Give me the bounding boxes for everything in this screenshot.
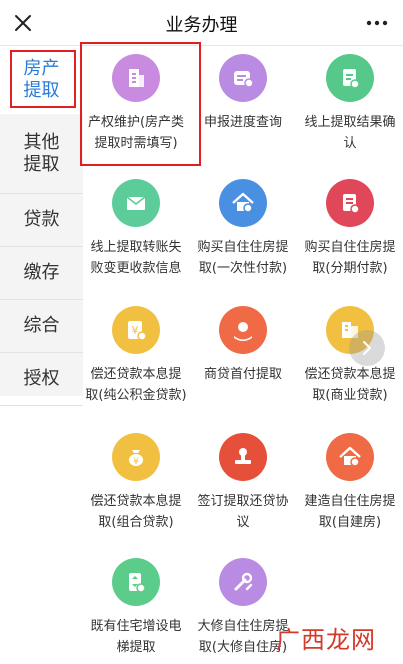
sidebar-item-loan[interactable]: 贷款	[0, 194, 83, 247]
category-sidebar: 房产提取 其他提取 贷款 缴存 综合 授权	[0, 46, 83, 406]
sidebar-item-label: 贷款	[23, 209, 60, 230]
sidebar-item-general[interactable]: 综合	[0, 300, 83, 353]
sidebar-item-property-withdrawal[interactable]: 房产提取	[0, 46, 83, 114]
scroll-right-arrow-icon[interactable]	[349, 330, 385, 366]
service-tile-add-elevator[interactable]: 既有住宅增设电梯提取	[83, 558, 189, 658]
document-edit-icon	[326, 179, 374, 227]
service-label: 商贷首付提取	[203, 367, 282, 382]
envelope-icon	[112, 179, 160, 227]
progress-list-icon	[219, 54, 267, 102]
house-icon	[326, 433, 374, 481]
service-tile-purchase-installment[interactable]: 购买自住住房提取(分期付款)	[297, 179, 403, 279]
service-label: 建造自住住房提取(自建房)	[304, 494, 396, 530]
sidebar-item-label: 授权	[23, 368, 60, 389]
svg-text:¥: ¥	[133, 457, 139, 467]
sidebar-item-label: 综合	[23, 315, 60, 336]
service-tile-sign-agreement[interactable]: 签订提取还贷协议	[190, 433, 296, 533]
service-tile-transfer-failure-change[interactable]: 线上提取转账失败变更收款信息	[83, 179, 189, 279]
service-label: 偿还贷款本息提取(纯公积金贷款)	[85, 367, 187, 403]
service-label: 偿还贷款本息提取(商业贷款)	[304, 367, 396, 403]
sidebar-item-label: 其他提取	[23, 131, 60, 175]
watermark: 广西龙网	[276, 620, 376, 655]
service-label: 购买自住住房提取(分期付款)	[304, 240, 396, 276]
top-bar: 业务办理	[0, 0, 403, 46]
service-tile-repay-provident-fund[interactable]: ¥ 偿还贷款本息提取(纯公积金贷款)	[83, 306, 189, 406]
elevator-icon	[112, 558, 160, 606]
building-icon	[112, 54, 160, 102]
service-label: 线上提取转账失败变更收款信息	[90, 240, 182, 276]
stamp-icon	[219, 433, 267, 481]
service-tile-build-own-house[interactable]: 建造自住住房提取(自建房)	[297, 433, 403, 533]
service-label: 偿还贷款本息提取(组合贷款)	[90, 494, 182, 530]
service-label: 既有住宅增设电梯提取	[90, 619, 182, 655]
service-tile-purchase-lump-sum[interactable]: 购买自住住房提取(一次性付款)	[190, 179, 296, 279]
watermark-text: 广西龙网	[276, 626, 376, 654]
yuan-document-icon: ¥	[112, 306, 160, 354]
service-tile-property-maintenance[interactable]: 产权维护(房产类提取时需填写)	[83, 54, 189, 154]
service-tile-result-confirm[interactable]: 线上提取结果确认	[297, 54, 403, 154]
sidebar-item-label: 缴存	[23, 262, 60, 283]
sidebar-item-deposit[interactable]: 缴存	[0, 247, 83, 300]
service-label: 购买自住住房提取(一次性付款)	[197, 240, 289, 276]
service-tile-progress-query[interactable]: 申报进度查询	[190, 54, 296, 133]
service-tile-repay-combined[interactable]: ¥ 偿还贷款本息提取(组合贷款)	[83, 433, 189, 533]
service-label: 产权维护(房产类提取时需填写)	[87, 115, 185, 151]
sidebar-item-other-withdrawal[interactable]: 其他提取	[0, 114, 83, 194]
service-label: 线上提取结果确认	[304, 115, 396, 151]
house-icon	[219, 179, 267, 227]
service-tile-down-payment[interactable]: 商贷首付提取	[190, 306, 296, 385]
service-label: 申报进度查询	[203, 115, 282, 130]
hand-person-icon	[219, 306, 267, 354]
more-icon[interactable]	[365, 12, 389, 34]
clipboard-check-icon	[326, 54, 374, 102]
sidebar-item-label: 房产提取	[23, 58, 60, 101]
sidebar-item-authorization[interactable]: 授权	[0, 353, 83, 406]
service-label: 签订提取还贷协议	[197, 494, 289, 530]
page-title: 业务办理	[165, 15, 238, 36]
money-bag-icon: ¥	[112, 433, 160, 481]
wrench-icon	[219, 558, 267, 606]
